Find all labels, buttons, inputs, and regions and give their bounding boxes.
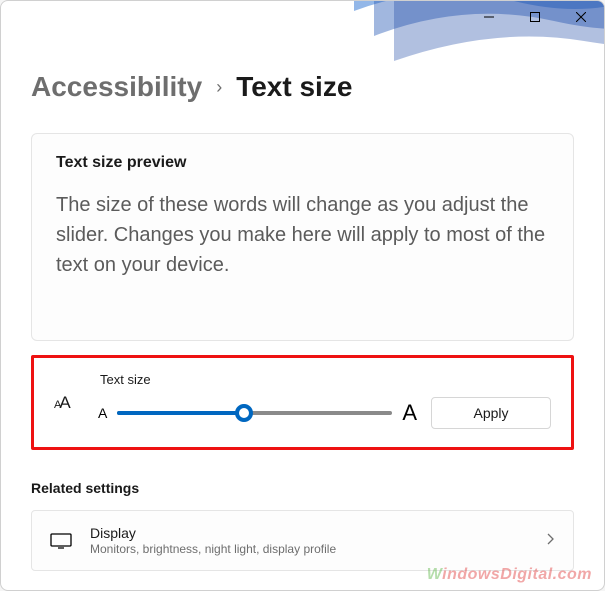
- text-size-icon: AA: [54, 393, 84, 413]
- minimize-button[interactable]: [466, 1, 512, 33]
- slider-group: A A: [98, 400, 417, 426]
- apply-button[interactable]: Apply: [431, 397, 551, 429]
- close-button[interactable]: [558, 1, 604, 33]
- display-icon: [50, 533, 72, 549]
- chevron-right-icon: [547, 532, 555, 550]
- slider-row: AA A A Apply: [54, 397, 551, 429]
- display-settings-text: Display Monitors, brightness, night ligh…: [90, 525, 529, 556]
- settings-window: Accessibility › Text size Text size prev…: [0, 0, 605, 591]
- breadcrumb: Accessibility › Text size: [31, 71, 574, 103]
- slider-min-label: A: [98, 405, 107, 421]
- text-size-slider[interactable]: [117, 403, 392, 423]
- settings-content: Accessibility › Text size Text size prev…: [1, 1, 604, 591]
- text-size-control-section: Text size AA A A Apply: [31, 355, 574, 450]
- watermark: WWindowsDigital.comindowsDigital.com: [427, 566, 592, 584]
- chevron-right-icon: ›: [216, 77, 222, 98]
- slider-thumb[interactable]: [235, 404, 253, 422]
- slider-max-label: A: [402, 400, 417, 426]
- page-title: Text size: [236, 71, 352, 103]
- text-preview-card: Text size preview The size of these word…: [31, 133, 574, 341]
- slider-label: Text size: [100, 372, 551, 387]
- maximize-button[interactable]: [512, 1, 558, 33]
- preview-heading: Text size preview: [56, 154, 549, 172]
- slider-fill: [117, 411, 243, 415]
- display-link-subtitle: Monitors, brightness, night light, displ…: [90, 542, 529, 556]
- display-settings-link[interactable]: Display Monitors, brightness, night ligh…: [31, 510, 574, 571]
- window-controls: [466, 1, 604, 33]
- breadcrumb-parent[interactable]: Accessibility: [31, 71, 202, 103]
- related-settings-heading: Related settings: [31, 480, 574, 496]
- preview-sample-text: The size of these words will change as y…: [56, 190, 549, 280]
- display-link-title: Display: [90, 525, 529, 541]
